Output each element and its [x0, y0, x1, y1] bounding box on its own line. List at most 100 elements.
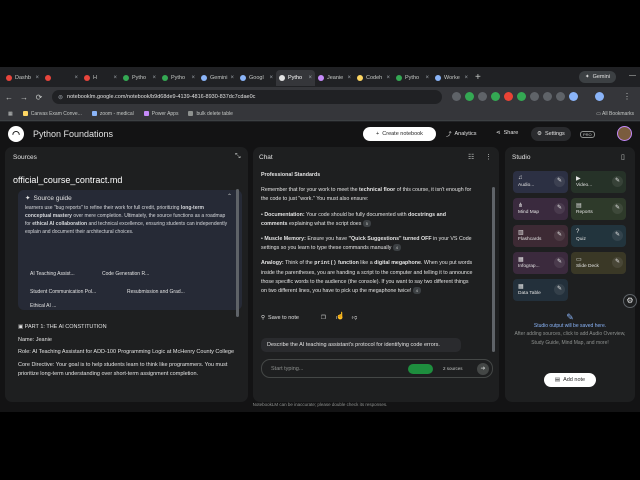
tab-close-icon[interactable]: × [113, 75, 117, 81]
edit-icon[interactable]: ✎ [612, 257, 623, 268]
tab-close-icon[interactable]: × [425, 75, 429, 81]
analytics-button[interactable]: ⤴ Analytics [446, 130, 477, 138]
topic-chip[interactable]: Ethical AI ... [30, 303, 56, 309]
browser-tab[interactable]: Pytho × [120, 70, 159, 86]
collapse-icon[interactable]: ⤡ [235, 153, 241, 161]
browser-tab[interactable]: Pytho × [276, 70, 315, 86]
edit-icon[interactable]: ✎ [554, 203, 565, 214]
more-vert-icon[interactable]: ⋮ [485, 153, 492, 161]
add-note-button[interactable]: ▤ Add note [544, 373, 596, 387]
studio-tile[interactable]: ▶ Video... ✎ [571, 171, 626, 193]
new-tab-icon[interactable]: + [475, 72, 481, 83]
chat-input[interactable]: Start typing... 2 sources ➜ [261, 359, 493, 378]
studio-tile[interactable]: ▦ Data Table ✎ [513, 279, 568, 301]
save-to-note-button[interactable]: ⚲ Save to note [261, 315, 299, 321]
tab-close-icon[interactable]: × [269, 75, 273, 81]
browser-tab[interactable]: Googl × [237, 70, 276, 86]
extension-icon[interactable] [478, 92, 487, 101]
tab-close-icon[interactable]: × [74, 75, 78, 81]
studio-tile[interactable]: ? Quiz ✎ [571, 225, 626, 247]
notebooklm-logo-icon[interactable]: ◠ [8, 126, 24, 142]
studio-tile[interactable]: ▤ Reports ✎ [571, 198, 626, 220]
thumbs-down-icon[interactable]: 👎︎ [352, 315, 358, 321]
gemini-button[interactable]: ✦ Gemini [578, 71, 616, 83]
extension-icon[interactable] [543, 92, 552, 101]
forward-icon[interactable]: → [18, 93, 30, 102]
browser-tab[interactable]: Codeh × [354, 70, 393, 86]
studio-tile[interactable]: ▭ Slide Deck ✎ [571, 252, 626, 274]
extension-icon[interactable] [465, 92, 474, 101]
reload-icon[interactable]: ⟳ [33, 93, 45, 102]
settings-button[interactable]: ⚙ Settings [531, 127, 571, 141]
tab-close-icon[interactable]: × [35, 75, 39, 81]
avatar[interactable] [617, 126, 632, 141]
studio-tile[interactable]: ⋔ Mind Map ✎ [513, 198, 568, 220]
bookmark-item[interactable]: zoom - medical [91, 111, 134, 117]
edit-icon[interactable]: ✎ [554, 230, 565, 241]
tab-close-icon[interactable]: × [191, 75, 195, 81]
browser-tab[interactable]: Jeanie × [315, 70, 354, 86]
suggested-question[interactable]: Describe the AI teaching assistant's pro… [261, 338, 461, 352]
chat-scrollbar[interactable] [492, 187, 495, 352]
collapse-panel-icon[interactable]: ▯ [621, 153, 625, 161]
browser-tab[interactable]: H × [81, 70, 120, 86]
topic-chip[interactable]: Code Generation R... [102, 271, 149, 277]
extension-icon[interactable] [491, 92, 500, 101]
floating-settings-icon[interactable]: ⚙ [623, 294, 637, 308]
sources-scrollbar[interactable] [236, 189, 239, 317]
citation-chip[interactable]: 4 [392, 244, 401, 252]
bookmark-item[interactable]: bulk delete table [188, 111, 233, 117]
browser-tab[interactable]: Worke × [432, 70, 471, 86]
extension-icon[interactable] [556, 92, 565, 101]
extension-icon[interactable] [504, 92, 513, 101]
edit-icon[interactable]: ✎ [554, 257, 565, 268]
topic-chip[interactable]: Student Communication Pol... [30, 289, 96, 295]
back-icon[interactable]: ← [3, 93, 15, 102]
apps-icon[interactable]: ▦ [8, 111, 13, 117]
menu-icon[interactable]: ⋮ [621, 92, 633, 101]
tab-close-icon[interactable]: × [308, 75, 312, 81]
edit-icon[interactable]: ✎ [612, 230, 623, 241]
browser-tab[interactable]: Dashb × [3, 70, 42, 86]
send-icon[interactable]: ➜ [477, 363, 489, 375]
source-guide-header[interactable]: ✦ Source guide [25, 194, 72, 203]
extension-icon[interactable] [517, 92, 526, 101]
tab-close-icon[interactable]: × [386, 75, 390, 81]
studio-tile[interactable]: ♫ Audio... ✎ [513, 171, 568, 193]
create-notebook-button[interactable]: + Create notebook [363, 127, 436, 141]
tune-icon[interactable]: ☷ [468, 153, 474, 161]
extension-icon[interactable] [530, 92, 539, 101]
site-info-icon[interactable]: ⊚ [58, 94, 63, 101]
tab-close-icon[interactable]: × [347, 75, 351, 81]
browser-tab[interactable]: Gemini × [198, 70, 237, 86]
browser-tab[interactable]: Pytho × [159, 70, 198, 86]
extension-icon[interactable] [452, 92, 461, 101]
citation-chip[interactable]: 4 [412, 287, 421, 295]
edit-icon[interactable]: ✎ [612, 176, 623, 187]
share-button[interactable]: ⋖ Share [496, 130, 518, 136]
topic-chip[interactable]: Resubmission and Grad... [127, 289, 185, 295]
tab-close-icon[interactable]: × [152, 75, 156, 81]
studio-tile[interactable]: ▥ Flashcards ✎ [513, 225, 568, 247]
browser-tab[interactable]: × [42, 70, 81, 86]
bookmark-item[interactable]: Canvas Exam Conve... [22, 111, 82, 117]
citation-chip[interactable]: 5 [362, 219, 371, 227]
edit-icon[interactable]: ✎ [554, 176, 565, 187]
tab-close-icon[interactable]: × [464, 75, 468, 81]
topic-chip[interactable]: AI Teaching Assist... [30, 271, 75, 277]
chevron-up-icon[interactable]: ⌃ [227, 193, 232, 200]
profile-icon[interactable] [569, 92, 578, 101]
copy-icon[interactable]: ❐ [321, 315, 326, 321]
tab-close-icon[interactable]: × [230, 75, 234, 81]
edit-icon[interactable]: ✎ [554, 284, 565, 295]
window-controls[interactable]: — [629, 72, 636, 79]
profile-avatar-icon[interactable] [595, 92, 604, 101]
browser-tab[interactable]: Pytho × [393, 70, 432, 86]
notebook-title[interactable]: Python Foundations [33, 129, 113, 139]
edit-icon[interactable]: ✎ [612, 203, 623, 214]
address-bar[interactable]: ⊚ notebooklm.google.com/notebook/b9d68de… [52, 90, 442, 104]
bookmark-item[interactable]: Power Apps [143, 111, 178, 117]
all-bookmarks[interactable]: ▭ All Bookmarks [596, 111, 634, 117]
grammarly-icon[interactable] [408, 364, 433, 374]
studio-tile[interactable]: ▦ Infograp... ✎ [513, 252, 568, 274]
